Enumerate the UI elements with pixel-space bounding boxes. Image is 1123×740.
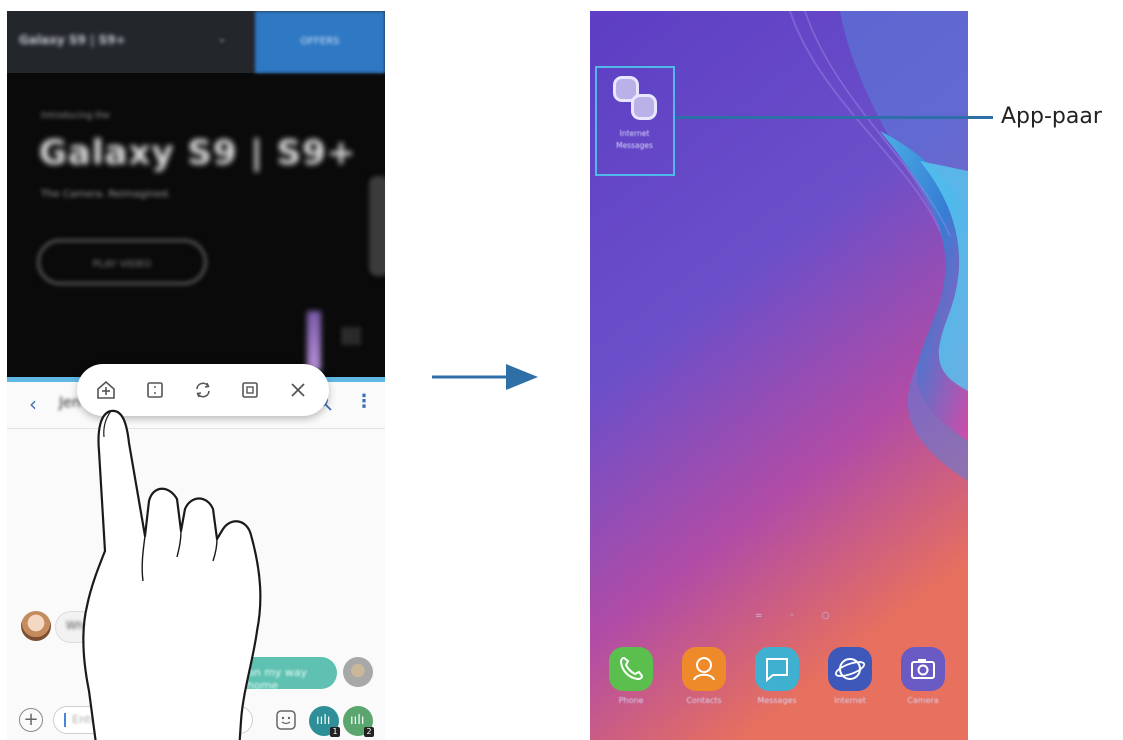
sim1-badge: 1: [330, 727, 340, 737]
browser-header-bar: Galaxy S9 | S9+ ⌄ OFFERS: [7, 11, 385, 73]
send-sim1-button[interactable]: ıılı 1: [309, 706, 340, 737]
voice-wave-icon: ıılı: [350, 713, 365, 728]
chat-widget-icon[interactable]: [341, 327, 361, 345]
callout-label: App-paar: [1001, 104, 1102, 129]
dock-camera[interactable]: Camera: [898, 647, 948, 705]
add-attachment-button[interactable]: +: [19, 708, 43, 732]
dock-camera-label: Camera: [907, 696, 939, 705]
callout-line: [675, 116, 993, 119]
dock-messages-label: Messages: [757, 696, 797, 705]
right-phone-screen: Internet Messages = ◦ ○ Phone Contacts M…: [590, 11, 968, 740]
side-tab[interactable]: [369, 176, 385, 276]
app-pair-shortcut[interactable]: Internet Messages: [595, 66, 675, 176]
sim2-badge: 2: [364, 727, 374, 737]
voice-wave-icon: ıılı: [316, 713, 331, 728]
hero-kicker: Introducing the: [41, 111, 110, 121]
page-indicator: = ◦ ○: [755, 611, 842, 621]
transition-arrow-icon: [432, 364, 538, 390]
product-image: [307, 311, 321, 371]
hero-title: Galaxy S9 | S9+: [39, 133, 357, 173]
more-options-icon[interactable]: ⋮: [355, 391, 373, 412]
dock-internet[interactable]: Internet: [825, 647, 875, 705]
dock-phone-label: Phone: [618, 696, 644, 705]
my-avatar: [343, 657, 373, 687]
hero-subtitle: The Camera. Reimagined.: [41, 189, 171, 200]
dock-phone[interactable]: Phone: [606, 647, 656, 705]
dock-messages[interactable]: Messages: [752, 647, 802, 705]
app-pair-label-line2: Messages: [616, 141, 653, 150]
contact-avatar[interactable]: [21, 611, 51, 641]
browser-window: Galaxy S9 | S9+ ⌄ OFFERS Introducing the…: [7, 11, 385, 377]
messages-icon: [755, 647, 799, 691]
internet-icon: [828, 647, 872, 691]
pointing-hand-illustration: [82, 409, 262, 740]
offers-button[interactable]: OFFERS: [255, 11, 385, 73]
dock-contacts[interactable]: Contacts: [679, 647, 729, 705]
phone-icon: [609, 647, 653, 691]
left-phone-screen: Galaxy S9 | S9+ ⌄ OFFERS Introducing the…: [7, 11, 385, 740]
chevron-down-icon[interactable]: ⌄: [217, 31, 227, 45]
camera-icon: [901, 647, 945, 691]
dock-internet-label: Internet: [834, 696, 866, 705]
app-pair-label-line1: Internet: [619, 129, 650, 138]
contacts-icon: [682, 647, 726, 691]
send-sim2-button[interactable]: ıılı 2: [343, 706, 374, 737]
model-selector[interactable]: Galaxy S9 | S9+: [19, 33, 126, 47]
app-pair-label: Internet Messages: [597, 128, 672, 152]
back-arrow-icon[interactable]: ‹: [29, 392, 37, 416]
play-video-button[interactable]: PLAY VIDEO: [37, 239, 207, 285]
dock-contacts-label: Contacts: [686, 696, 722, 705]
messages-icon: [631, 94, 657, 120]
